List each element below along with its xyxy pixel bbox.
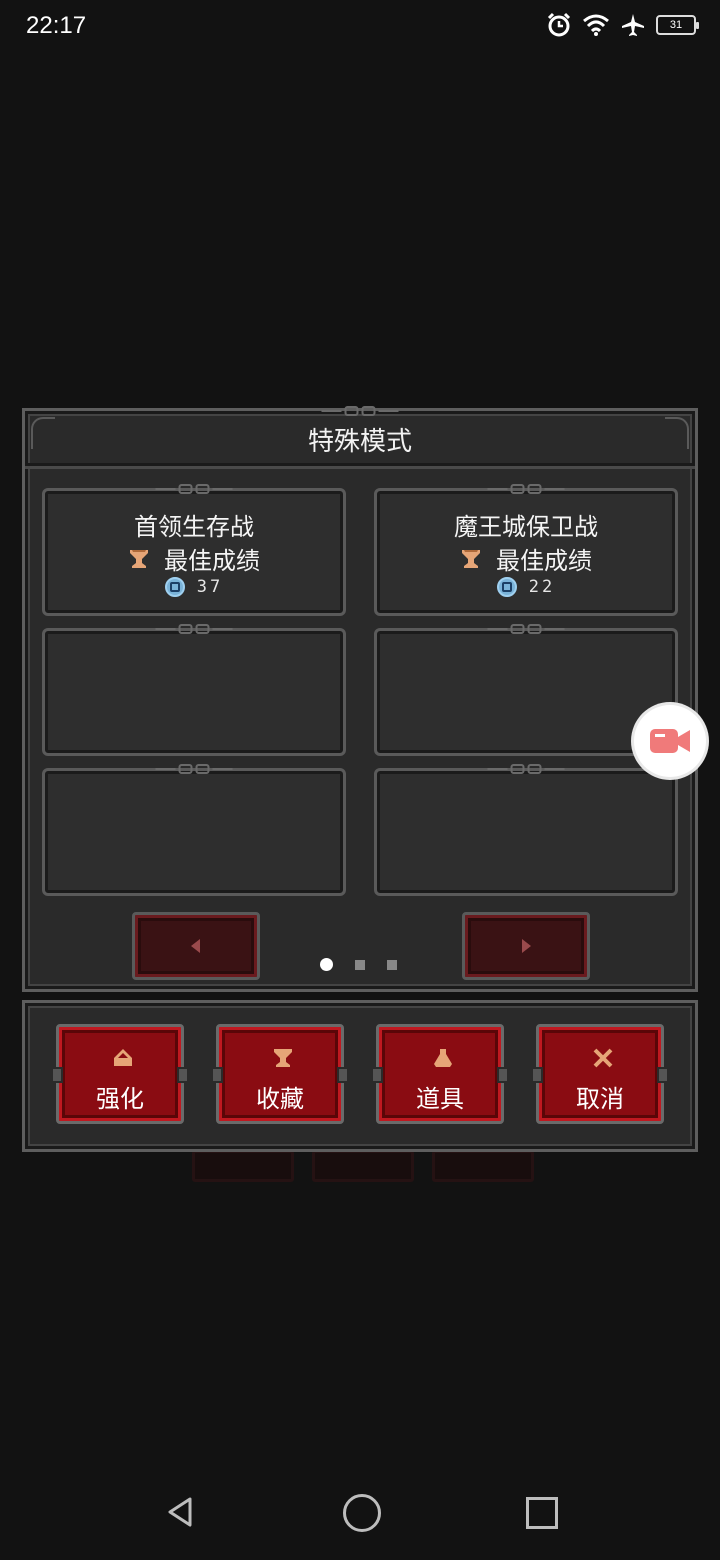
collection-button[interactable]: 收藏 [211,1024,349,1124]
status-time: 22:17 [26,12,87,39]
score-value: 37 [196,577,224,597]
card-ornament [487,624,565,634]
mode-card-castle-defense[interactable]: 魔王城保卫战 最佳成绩 22 [374,484,678,616]
alarm-icon [547,12,571,37]
upgrade-icon [114,1049,132,1066]
background-remnant [312,1150,414,1182]
cancel-label: 取消 [576,1085,624,1113]
battery-level: 31 [669,19,683,31]
card-ornament [155,764,233,774]
home-icon[interactable] [343,1494,381,1532]
panel-title: 特殊模式 [307,427,412,457]
best-score-label: 最佳成绩 [496,547,592,575]
best-score-row: 最佳成绩 [377,541,675,576]
background-remnant [192,1150,294,1182]
status-bar: 22:17 31 [0,0,720,56]
mode-title: 魔王城保卫战 [454,513,598,541]
mode-card-boss-survival[interactable]: 首领生存战 最佳成绩 37 [42,484,346,616]
card-ornament [155,624,233,634]
best-score-label: 最佳成绩 [164,547,260,575]
battery-icon: 31 [656,15,699,35]
trophy-icon [130,549,148,568]
potion-icon [434,1049,452,1067]
card-ornament [487,764,565,774]
recent-apps-icon[interactable] [526,1497,558,1529]
next-page-button[interactable] [462,912,590,980]
goblet-icon [274,1049,292,1067]
previous-page-button[interactable] [132,912,260,980]
page-indicator [320,958,397,971]
trophy-icon [462,549,480,568]
score-value: 22 [528,577,556,597]
mode-card-empty [374,624,678,756]
page-dot [387,959,397,970]
best-score-row: 最佳成绩 [45,541,343,576]
clock-icon [496,577,517,597]
mode-card-empty [42,764,346,896]
video-camera-icon [650,729,690,753]
arrow-left-icon [191,939,200,953]
items-button[interactable]: 道具 [371,1024,509,1124]
cancel-button[interactable]: 取消 [531,1024,669,1124]
score-row: 22 [377,577,675,597]
page-dot-active [320,958,333,971]
page-dot [355,959,365,970]
system-nav-bar [0,1460,720,1560]
mode-card-empty [42,624,346,756]
airplane-mode-icon [622,14,644,36]
score-row: 37 [45,577,343,597]
wifi-icon [583,14,609,36]
arrow-right-icon [522,939,531,953]
back-icon[interactable] [166,1496,194,1528]
card-ornament [487,484,565,494]
background-remnant [432,1150,534,1182]
mode-card-empty [374,764,678,896]
screen-record-button[interactable] [634,705,706,777]
panel-header: 特殊模式 [25,406,695,466]
mode-title: 首领生存战 [134,513,254,541]
clock-icon [164,577,185,597]
crossed-swords-icon [593,1048,613,1068]
upgrade-button[interactable]: 强化 [51,1024,189,1124]
status-icons: 31 [546,12,699,38]
card-ornament [155,484,233,494]
collection-label: 收藏 [256,1085,304,1113]
items-label: 道具 [416,1085,464,1113]
header-ornament [321,406,399,416]
upgrade-label: 强化 [96,1085,144,1113]
